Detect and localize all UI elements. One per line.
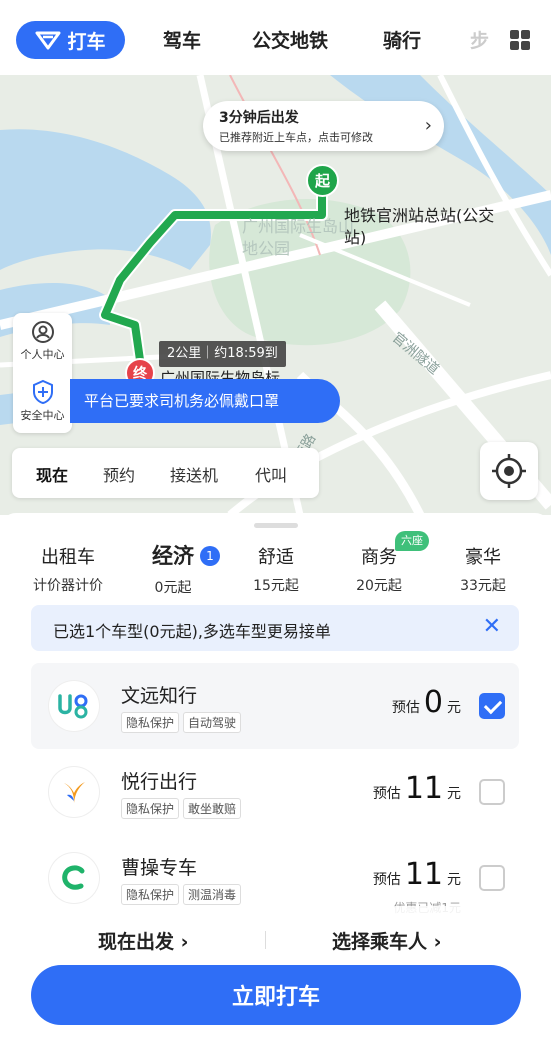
shield-icon xyxy=(32,379,53,405)
caocao-logo-icon xyxy=(49,853,99,903)
personal-center-label: 个人中心 xyxy=(20,348,65,361)
price-unit: 元 xyxy=(447,872,461,888)
tab-cycling[interactable]: 骑行 xyxy=(383,26,421,53)
mask-notice-banner: 平台已要求司机务必佩戴口罩 xyxy=(70,379,340,423)
ride-options-sheet: 出租车 计价器计价 经济 0元起 1 舒适 15元起 商务 20元起 六座 豪华… xyxy=(0,513,551,1057)
safety-center-button[interactable]: 安全中心 xyxy=(13,379,72,423)
taxi-logo-icon xyxy=(35,31,61,50)
eta-tag: 2公里｜约18:59到 xyxy=(159,341,286,367)
weride-logo-icon xyxy=(49,681,99,731)
ride-option-weride[interactable]: 文远知行 隐私保护 自动驾驶 预估 0 元 xyxy=(31,663,519,749)
tab-walk[interactable]: 步 xyxy=(470,26,489,53)
option-tag: 隐私保护 xyxy=(121,798,180,819)
category-price: 计价器计价 xyxy=(33,578,103,594)
price-value: 11 xyxy=(404,771,443,806)
chevron-right-icon: › xyxy=(424,115,432,136)
side-panel: 个人中心 安全中心 xyxy=(13,313,72,433)
user-icon xyxy=(31,321,54,343)
ride-option-yuexing[interactable]: 悦行出行 隐私保护 敢坐敢赔 预估 11 元 xyxy=(31,749,519,835)
depart-now-link[interactable]: 现在出发 › xyxy=(98,927,188,954)
drag-handle[interactable] xyxy=(254,523,298,528)
category-taxi[interactable]: 出租车 计价器计价 xyxy=(26,543,110,595)
top-navigation: 打车 驾车 公交地铁 骑行 步 xyxy=(0,0,551,75)
selection-notice-text: 已选1个车型(0元起),多选车型更易接单 xyxy=(53,622,331,641)
option-price: 预估 0 元 xyxy=(392,685,461,720)
option-name: 悦行出行 xyxy=(121,771,198,793)
tab-transit[interactable]: 公交地铁 xyxy=(252,26,328,53)
option-checkbox[interactable] xyxy=(479,779,505,805)
tab-reserve[interactable]: 预约 xyxy=(103,462,135,486)
tab-now[interactable]: 现在 xyxy=(36,462,68,486)
category-luxury[interactable]: 豪华 33元起 xyxy=(452,543,514,595)
category-name: 舒适 xyxy=(258,547,294,568)
divider xyxy=(265,931,266,949)
start-pin[interactable]: 起 xyxy=(306,164,339,197)
price-prefix: 预估 xyxy=(372,786,401,802)
option-price: 预估 11 元 xyxy=(373,857,461,892)
option-name: 文远知行 xyxy=(121,685,198,707)
locate-icon xyxy=(492,454,526,488)
option-tags: 隐私保护 敢坐敢赔 xyxy=(121,798,242,819)
option-tag: 隐私保护 xyxy=(121,884,180,905)
tab-airport[interactable]: 接送机 xyxy=(170,462,218,486)
option-checkbox[interactable] xyxy=(479,693,505,719)
tab-taxi[interactable]: 打车 xyxy=(16,21,125,59)
tab-taxi-label: 打车 xyxy=(67,30,106,53)
price-unit: 元 xyxy=(447,786,461,802)
category-price: 33元起 xyxy=(460,578,506,594)
price-prefix: 预估 xyxy=(372,872,401,888)
category-name: 豪华 xyxy=(465,547,501,568)
departure-time-subtitle: 已推荐附近上车点，点击可修改 xyxy=(219,131,373,144)
locate-button[interactable] xyxy=(480,442,538,500)
close-icon[interactable]: ✕ xyxy=(483,614,501,639)
category-price: 0元起 xyxy=(154,580,192,596)
grid-menu-icon[interactable] xyxy=(510,30,530,50)
option-tag: 自动驾驶 xyxy=(183,712,242,733)
option-tags: 隐私保护 测温消毒 xyxy=(121,884,242,905)
option-tag: 测温消毒 xyxy=(183,884,242,905)
yuexing-logo-icon xyxy=(49,767,99,817)
option-tags: 隐私保护 自动驾驶 xyxy=(121,712,242,733)
selection-notice: 已选1个车型(0元起),多选车型更易接单 ✕ xyxy=(31,605,519,651)
tab-call-for-others[interactable]: 代叫 xyxy=(255,462,287,486)
price-prefix: 预估 xyxy=(391,700,420,716)
option-tag: 隐私保护 xyxy=(121,712,180,733)
category-price: 20元起 xyxy=(356,578,402,594)
category-price: 15元起 xyxy=(253,578,299,594)
category-comfort[interactable]: 舒适 15元起 xyxy=(245,543,307,595)
map-view[interactable]: 3分钟后出发 已推荐附近上车点，点击可修改 › 起 广州国际生岛山地公园 地铁官… xyxy=(0,75,551,515)
category-economy[interactable]: 经济 0元起 xyxy=(138,540,208,597)
selected-count-badge: 1 xyxy=(200,546,220,566)
choose-passenger-link[interactable]: 选择乘车人 › xyxy=(332,927,441,954)
departure-time-title: 3分钟后出发 xyxy=(219,110,299,126)
choose-passenger-label: 选择乘车人 xyxy=(332,931,428,953)
price-value: 0 xyxy=(423,685,443,720)
option-checkbox[interactable] xyxy=(479,865,505,891)
price-unit: 元 xyxy=(447,700,461,716)
call-ride-button[interactable]: 立即打车 xyxy=(31,965,521,1025)
category-name: 出租车 xyxy=(41,547,95,568)
safety-center-label: 安全中心 xyxy=(20,409,65,422)
category-name: 经济 xyxy=(152,544,194,568)
option-price: 预估 11 元 xyxy=(373,771,461,806)
ride-mode-tabs: 现在 预约 接送机 代叫 xyxy=(12,448,319,498)
option-name: 曹操专车 xyxy=(121,857,198,879)
option-tag: 敢坐敢赔 xyxy=(183,798,242,819)
price-value: 11 xyxy=(404,857,443,892)
personal-center-button[interactable]: 个人中心 xyxy=(13,320,72,362)
departure-time-bubble[interactable]: 3分钟后出发 已推荐附近上车点，点击可修改 › xyxy=(203,101,444,151)
six-seat-tag: 六座 xyxy=(395,531,429,551)
tab-drive[interactable]: 驾车 xyxy=(163,26,201,53)
pickup-location-label[interactable]: 地铁官洲站总站(公交站) xyxy=(344,205,504,249)
depart-now-label: 现在出发 xyxy=(98,931,175,953)
